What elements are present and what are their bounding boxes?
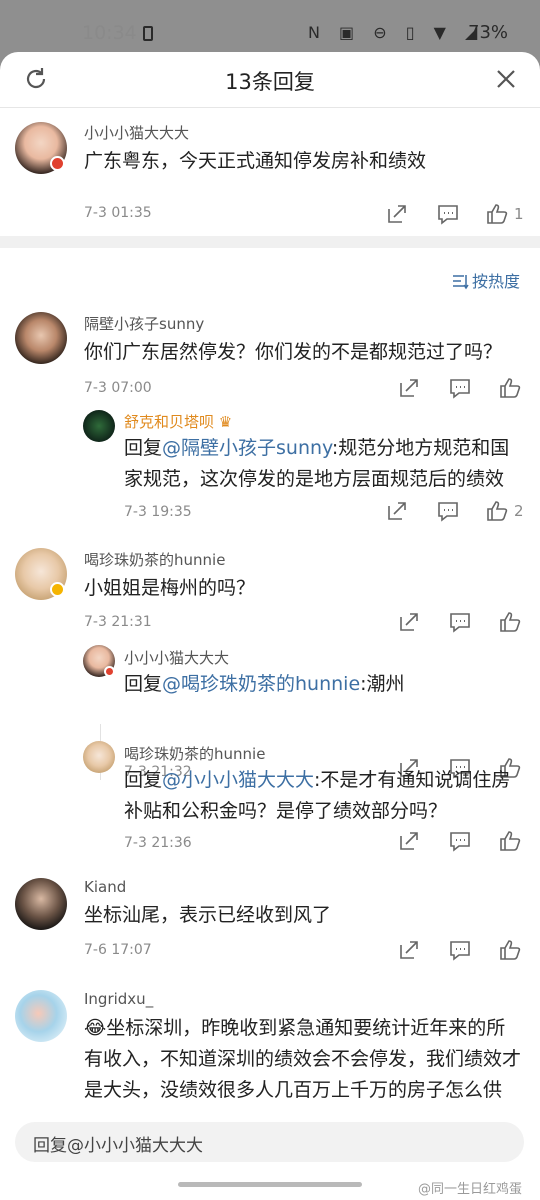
sheet-header: 13条回复 [0, 52, 540, 108]
avatar[interactable] [15, 878, 67, 930]
reply-time: 7-3 07:00 [84, 380, 152, 396]
comment-icon[interactable] [449, 939, 471, 961]
watermark: @同一生日红鸡蛋 [418, 1182, 523, 1197]
badge-icon [50, 156, 65, 171]
gesture-bar[interactable] [178, 1182, 362, 1187]
battery-percent: 73% [468, 22, 509, 43]
sort-label: 按热度 [471, 272, 520, 291]
comment-time: 7-3 01:35 [84, 205, 152, 221]
like-icon[interactable] [486, 203, 508, 225]
close-icon[interactable] [492, 65, 520, 93]
reply-text: 坐标汕尾，表示已经收到风了 [84, 904, 332, 926]
reply-time: 7-3 21:36 [124, 835, 192, 851]
reply-username[interactable]: 隔壁小孩子sunny [84, 313, 204, 334]
like-count: 1 [514, 205, 524, 223]
comment-icon[interactable] [449, 830, 471, 852]
comment-text: 广东粤东，今天正式通知停发房补和绩效 [84, 150, 427, 172]
reply-time: 7-6 17:07 [84, 942, 152, 958]
reply-input-placeholder: 回复@小小小猫大大大 [33, 1136, 203, 1156]
reply-time: 7-3 21:31 [84, 614, 152, 630]
reply-input[interactable]: 回复@小小小猫大大大 [15, 1122, 524, 1162]
reply-username[interactable]: 舒克和贝塔呗 ♛ [124, 411, 232, 432]
avatar[interactable] [15, 990, 67, 1042]
mention-link[interactable]: @小小小猫大大大 [162, 769, 314, 791]
sort-icon [452, 275, 469, 290]
share-icon[interactable] [398, 377, 420, 399]
like-icon[interactable] [499, 611, 521, 633]
mention-link[interactable]: @隔壁小孩子sunny [162, 437, 332, 459]
share-icon[interactable] [398, 830, 420, 852]
crown-icon: ♛ [218, 413, 233, 431]
comment-icon[interactable] [437, 203, 459, 225]
reply-text: 回复@小小小猫大大大:不是才有通知说调住房补贴和公积金吗？是停了绩效部分吗？ [124, 769, 511, 822]
share-icon[interactable] [398, 611, 420, 633]
status-icons: N ▣ ⊖ ▯ ▼ ◢ [308, 23, 485, 42]
reply-username[interactable]: 喝珍珠奶茶的hunnie [124, 743, 265, 764]
avatar[interactable] [15, 312, 67, 364]
like-icon[interactable] [486, 500, 508, 522]
laugh-emoji-icon: 😂 [84, 1017, 107, 1039]
share-icon[interactable] [398, 939, 420, 961]
reply-item: Ingridxu_ 😂坐标深圳，昨晚收到紧急通知要统计近年来的所有收入，不知道深… [0, 980, 540, 1115]
like-count: 2 [514, 502, 524, 520]
section-divider [0, 236, 540, 248]
verified-badge-icon [50, 582, 65, 597]
reply-username[interactable]: 小小小猫大大大 [124, 647, 229, 668]
reply-username[interactable]: 喝珍珠奶茶的hunnie [84, 549, 225, 570]
badge-icon [104, 666, 115, 677]
comment-icon[interactable] [449, 377, 471, 399]
reply-time: 7-3 19:35 [124, 504, 192, 520]
reply-text: 回复@隔壁小孩子sunny:规范分地方规范和国家规范，这次停发的是地方层面规范后… [124, 437, 510, 490]
status-time: 10:34 [82, 22, 137, 44]
comment-icon[interactable] [437, 500, 459, 522]
sheet-title: 13条回复 [225, 70, 315, 94]
comment-icon[interactable] [449, 611, 471, 633]
reply-text: 你们广东居然停发？你们发的不是都规范过了吗？ [84, 341, 503, 363]
replies-sheet: 13条回复 小小小猫大大大 广东粤东，今天正式通知停发房补和绩效 7-3 01:… [0, 52, 540, 1200]
share-icon[interactable] [386, 203, 408, 225]
like-icon[interactable] [499, 830, 521, 852]
avatar[interactable] [83, 410, 115, 442]
reply-username[interactable]: Ingridxu_ [84, 990, 153, 1008]
reply-text: 小姐姐是梅州的吗？ [84, 577, 256, 599]
like-icon[interactable] [499, 939, 521, 961]
like-icon[interactable] [499, 377, 521, 399]
sort-button[interactable]: 按热度 [452, 268, 520, 292]
reply-text: 😂坐标深圳，昨晚收到紧急通知要统计近年来的所有收入，不知道深圳的绩效会不会停发，… [84, 1017, 522, 1101]
reply-text: 回复@喝珍珠奶茶的hunnie:潮州 [124, 673, 405, 695]
share-icon[interactable] [386, 500, 408, 522]
reply-username[interactable]: Kiand [84, 878, 126, 896]
sim-icon [143, 26, 153, 41]
comment-username[interactable]: 小小小猫大大大 [84, 122, 189, 143]
mention-link[interactable]: @喝珍珠奶茶的hunnie [162, 673, 360, 695]
avatar[interactable] [83, 741, 115, 773]
